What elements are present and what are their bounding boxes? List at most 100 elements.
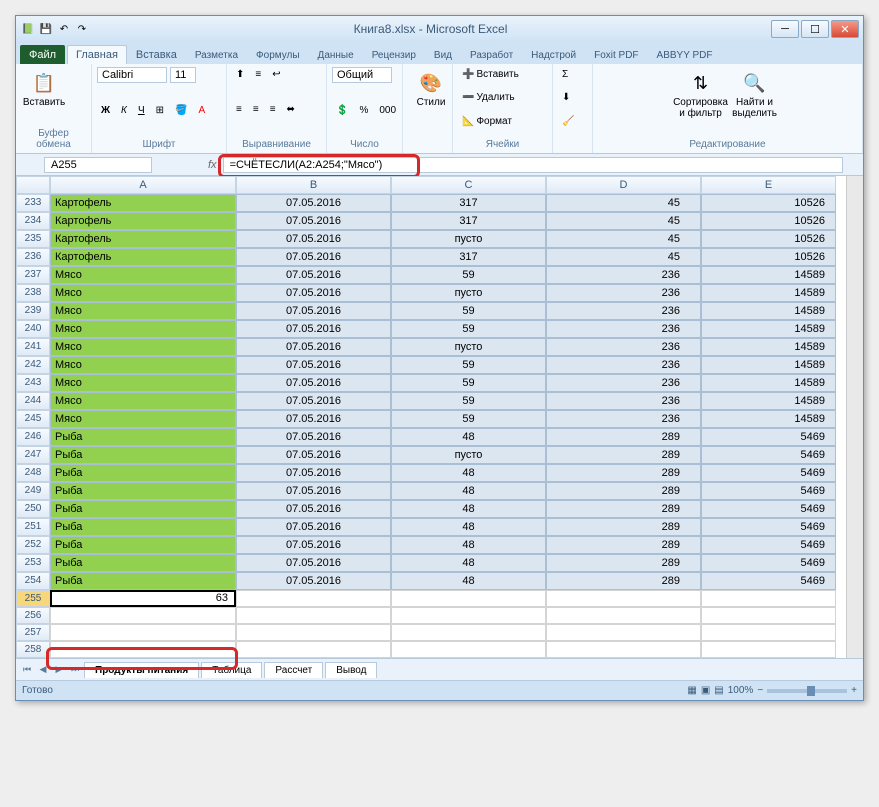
cell[interactable]: 07.05.2016 [236, 266, 391, 284]
row-header[interactable]: 253 [16, 554, 50, 572]
col-header-D[interactable]: D [546, 176, 701, 194]
cell[interactable]: Рыба [50, 446, 236, 464]
cell[interactable] [50, 624, 236, 641]
cell[interactable] [701, 624, 836, 641]
tab-review[interactable]: Рецензир [363, 46, 425, 64]
col-header-C[interactable]: C [391, 176, 546, 194]
col-header-A[interactable]: A [50, 176, 236, 194]
cell[interactable]: 45 [546, 248, 701, 266]
cell[interactable]: 5469 [701, 554, 836, 572]
italic-button[interactable]: К [117, 103, 131, 118]
currency-button[interactable]: 💲 [332, 103, 352, 118]
cell[interactable]: 45 [546, 230, 701, 248]
cell[interactable]: 07.05.2016 [236, 446, 391, 464]
row-header[interactable]: 235 [16, 230, 50, 248]
cell[interactable]: 07.05.2016 [236, 500, 391, 518]
cell[interactable]: 07.05.2016 [236, 482, 391, 500]
cell[interactable]: 14589 [701, 338, 836, 356]
cell[interactable]: Мясо [50, 320, 236, 338]
cell[interactable]: 48 [391, 500, 546, 518]
sheet-tab-1[interactable]: Таблица [201, 662, 262, 678]
font-size[interactable]: 11 [170, 67, 196, 83]
row-header[interactable]: 252 [16, 536, 50, 554]
cell[interactable]: 5469 [701, 482, 836, 500]
align-top[interactable]: ⬆ [232, 67, 248, 82]
select-all[interactable] [16, 176, 50, 194]
cell[interactable] [546, 590, 701, 607]
cell[interactable]: 59 [391, 302, 546, 320]
cell[interactable]: 289 [546, 518, 701, 536]
cell[interactable]: 236 [546, 338, 701, 356]
cell[interactable]: Мясо [50, 374, 236, 392]
cell[interactable]: Мясо [50, 266, 236, 284]
border-button[interactable]: ⊞ [152, 103, 168, 118]
row-header[interactable]: 250 [16, 500, 50, 518]
percent-button[interactable]: % [355, 103, 372, 118]
row-header[interactable]: 243 [16, 374, 50, 392]
tab-developer[interactable]: Разработ [461, 46, 522, 64]
cell[interactable]: 14589 [701, 374, 836, 392]
cell[interactable]: 07.05.2016 [236, 464, 391, 482]
tab-file[interactable]: Файл [20, 45, 65, 64]
cell[interactable]: Картофель [50, 212, 236, 230]
zoom-out[interactable]: − [757, 685, 763, 696]
cell[interactable] [546, 624, 701, 641]
cell[interactable]: 07.05.2016 [236, 536, 391, 554]
cell[interactable]: 48 [391, 428, 546, 446]
sheet-nav-last[interactable]: ⏭ [68, 663, 82, 677]
tab-foxit[interactable]: Foxit PDF [585, 46, 647, 64]
cell[interactable]: 5469 [701, 500, 836, 518]
cell[interactable]: 07.05.2016 [236, 428, 391, 446]
cell[interactable] [236, 607, 391, 624]
cell[interactable]: 236 [546, 266, 701, 284]
fill-button[interactable]: 🪣 [171, 103, 191, 118]
cell[interactable] [391, 590, 546, 607]
view-normal-icon[interactable]: ▦ [687, 685, 696, 696]
formula-input[interactable]: =СЧЁТЕСЛИ(A2:A254;"Мясо") [223, 157, 843, 173]
cell[interactable]: пусто [391, 230, 546, 248]
cell[interactable]: 236 [546, 374, 701, 392]
cell[interactable]: 236 [546, 410, 701, 428]
fill-down-button[interactable]: ⬇ [558, 90, 574, 105]
fontcolor-button[interactable]: A [194, 103, 209, 118]
row-header[interactable]: 239 [16, 302, 50, 320]
align-left[interactable]: ≡ [232, 102, 246, 117]
cell[interactable]: 10526 [701, 230, 836, 248]
sort-button[interactable]: ⇅ Сортировка и фильтр [678, 67, 724, 121]
cell[interactable]: 289 [546, 428, 701, 446]
cell[interactable]: 07.05.2016 [236, 248, 391, 266]
row-header[interactable]: 258 [16, 641, 50, 658]
cell[interactable]: 289 [546, 500, 701, 518]
cell[interactable]: 59 [391, 320, 546, 338]
comma-button[interactable]: 000 [375, 103, 400, 118]
row-header[interactable]: 251 [16, 518, 50, 536]
row-header[interactable]: 246 [16, 428, 50, 446]
cell[interactable]: 07.05.2016 [236, 572, 391, 590]
paste-button[interactable]: 📋 Вставить [21, 67, 67, 110]
row-header[interactable]: 244 [16, 392, 50, 410]
cell[interactable]: Рыба [50, 554, 236, 572]
cell[interactable]: 289 [546, 572, 701, 590]
cell[interactable]: Мясо [50, 338, 236, 356]
cell[interactable]: 48 [391, 572, 546, 590]
view-pagebreak-icon[interactable]: ▤ [714, 685, 723, 696]
cell[interactable]: 236 [546, 356, 701, 374]
cell[interactable]: Рыба [50, 500, 236, 518]
cell[interactable]: 48 [391, 554, 546, 572]
cell[interactable]: Картофель [50, 230, 236, 248]
autosum-button[interactable]: Σ [558, 67, 572, 82]
tab-formulas[interactable]: Формулы [247, 46, 309, 64]
zoom-in[interactable]: + [851, 685, 857, 696]
cell[interactable]: 317 [391, 212, 546, 230]
cell[interactable]: 14589 [701, 410, 836, 428]
cell[interactable]: Рыба [50, 482, 236, 500]
row-header[interactable]: 236 [16, 248, 50, 266]
cell[interactable] [391, 624, 546, 641]
align-center[interactable]: ≡ [249, 102, 263, 117]
format-button[interactable]: 📐 Формат [458, 114, 516, 129]
close-button[interactable]: ✕ [831, 20, 859, 38]
cell[interactable] [701, 590, 836, 607]
row-header[interactable]: 257 [16, 624, 50, 641]
cell[interactable] [701, 607, 836, 624]
row-header[interactable]: 256 [16, 607, 50, 624]
